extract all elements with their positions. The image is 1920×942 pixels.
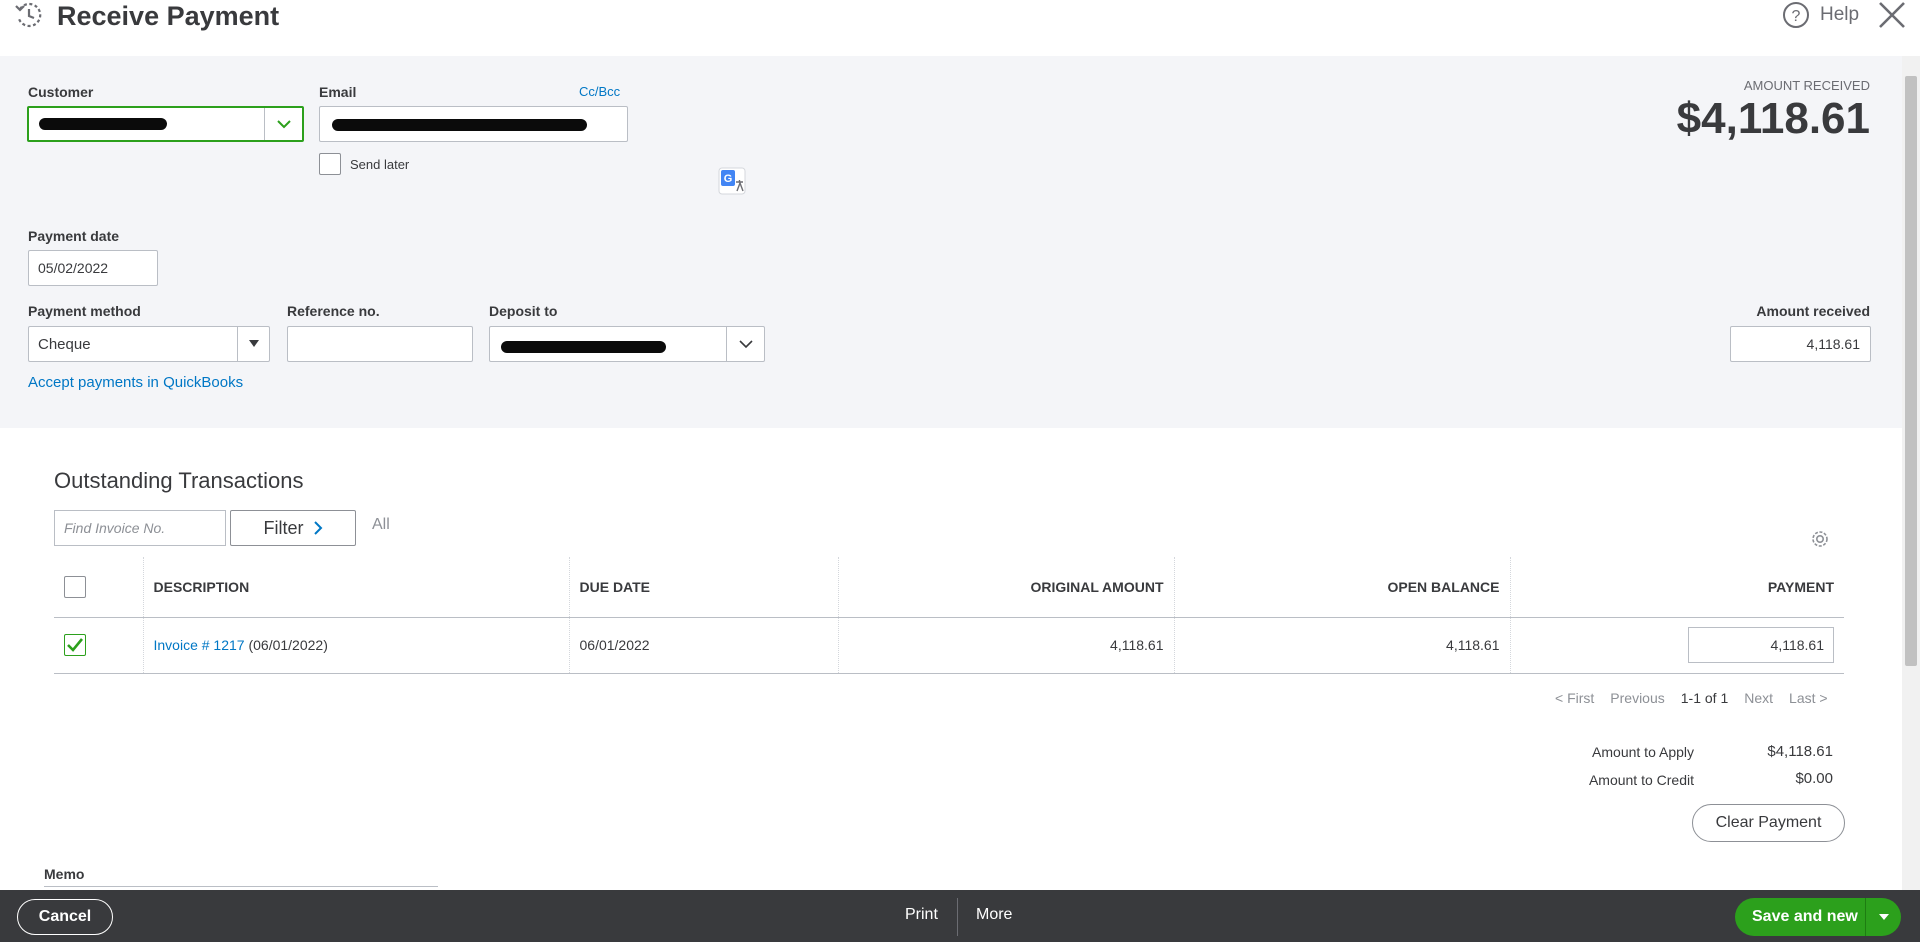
payment-method-value: Cheque [38,335,91,353]
col-payment[interactable]: PAYMENT [1510,557,1844,618]
email-input[interactable] [319,106,628,142]
payment-date-input[interactable]: 05/02/2022 [28,250,158,286]
history-icon[interactable] [14,0,44,30]
help-icon: ? [1783,2,1809,28]
col-open-balance[interactable]: OPEN BALANCE [1174,557,1511,618]
caret-down-icon [248,340,259,347]
row-payment-input[interactable] [1688,627,1834,663]
find-invoice-input[interactable] [54,510,226,546]
filter-all-label: All [372,516,390,533]
cancel-button[interactable]: Cancel [17,899,113,935]
redacted-customer-name [39,118,167,130]
customer-select[interactable] [27,106,304,142]
more-button[interactable]: More [976,906,1012,924]
reference-label: Reference no. [287,303,380,319]
send-later-option[interactable]: Send later [319,153,409,175]
send-later-label: Send later [350,156,410,172]
save-and-new-label: Save and new [1752,908,1858,925]
redacted-email [332,119,587,131]
invoice-link[interactable]: Invoice # 1217 [154,637,245,653]
amount-received-caption: AMOUNT RECEIVED [1743,78,1870,93]
chevron-right-icon [313,521,322,535]
row-payment-cell [1510,617,1844,674]
page-header: Receive Payment ? Help [0,0,1920,56]
pager-last[interactable]: Last > [1789,690,1828,706]
filter-label: Filter [263,517,304,538]
deposit-to-dropdown-toggle[interactable] [726,327,764,361]
amount-to-credit-label: Amount to Credit [1588,772,1694,788]
print-button[interactable]: Print [905,906,938,924]
pager-count: 1-1 of 1 [1680,690,1729,706]
payment-method-dropdown-toggle[interactable] [237,327,269,361]
footer-divider [957,898,958,936]
reference-input[interactable] [287,326,473,362]
pager-first[interactable]: < First [1555,690,1594,706]
checkmark-icon [67,638,83,652]
payment-form: Customer Email Cc/Bcc Send later G AMOUN… [0,56,1920,428]
col-description[interactable]: DESCRIPTION [143,557,570,618]
table-row: Invoice # 1217 (06/01/2022) 06/01/2022 4… [54,617,1844,674]
email-label: Email [319,84,357,100]
col-due-date[interactable]: DUE DATE [569,557,839,618]
send-later-checkbox[interactable] [319,153,341,175]
svg-text:G: G [724,173,733,185]
help-button[interactable]: ? Help [1782,0,1859,30]
pager-previous[interactable]: Previous [1610,690,1664,706]
payment-method-select[interactable]: Cheque [28,326,270,362]
amount-to-apply-label: Amount to Apply [1592,744,1694,760]
translate-icon[interactable]: G [718,167,746,195]
amount-received-input[interactable]: 4,118.61 [1730,326,1871,362]
amount-to-credit-value: $0.00 [1795,770,1833,787]
svg-text:?: ? [1792,8,1801,25]
ccbcc-link[interactable]: Cc/Bcc [579,84,620,99]
customer-dropdown-toggle[interactable] [264,108,302,140]
row-select-cell [54,617,144,674]
row-checkbox[interactable] [64,634,86,656]
amount-to-apply-value: $4,118.61 [1767,743,1833,760]
gear-icon[interactable] [1808,527,1832,551]
close-icon[interactable] [1877,0,1907,30]
row-due-date: 06/01/2022 [569,617,839,674]
memo-label: Memo [44,866,85,882]
outstanding-title: Outstanding Transactions [54,468,304,493]
page-title: Receive Payment [57,1,280,31]
row-description: Invoice # 1217 (06/01/2022) [143,617,570,674]
footer-bar: Cancel Print More Save and new [0,890,1920,942]
outstanding-transactions-table: DESCRIPTION DUE DATE ORIGINAL AMOUNT OPE… [54,557,1844,674]
clear-payment-button[interactable]: Clear Payment [1692,804,1845,842]
help-label: Help [1820,4,1860,25]
chevron-down-icon [276,120,291,129]
caret-down-icon [1878,913,1889,920]
redacted-account [501,341,666,353]
amount-received-total: $4,118.61 [1676,94,1870,143]
deposit-to-label: Deposit to [489,303,558,319]
payment-method-label: Payment method [28,303,141,319]
filter-button[interactable]: Filter [230,510,356,546]
save-and-new-button[interactable]: Save and new [1735,898,1901,936]
customer-label: Customer [28,84,94,100]
table-header-row: DESCRIPTION DUE DATE ORIGINAL AMOUNT OPE… [54,557,1844,618]
row-original-amount: 4,118.61 [838,617,1175,674]
deposit-to-select[interactable] [489,326,765,362]
pagination: < First Previous 1-1 of 1 Next Last > [1555,690,1828,706]
chevron-down-icon [738,340,753,349]
col-original-amount[interactable]: ORIGINAL AMOUNT [838,557,1175,618]
scrollbar-thumb[interactable] [1905,76,1917,666]
payment-date-label: Payment date [28,228,120,244]
amount-received-label: Amount received [1756,303,1870,319]
page-scrollbar[interactable] [1902,56,1920,890]
row-open-balance: 4,118.61 [1174,617,1511,674]
pager-next[interactable]: Next [1744,690,1773,706]
accept-payments-link[interactable]: Accept payments in QuickBooks [28,374,243,391]
select-all-checkbox[interactable] [64,575,86,598]
save-options-toggle[interactable] [1865,898,1901,936]
select-all-cell [54,557,144,618]
invoice-date: (06/01/2022) [248,637,328,653]
